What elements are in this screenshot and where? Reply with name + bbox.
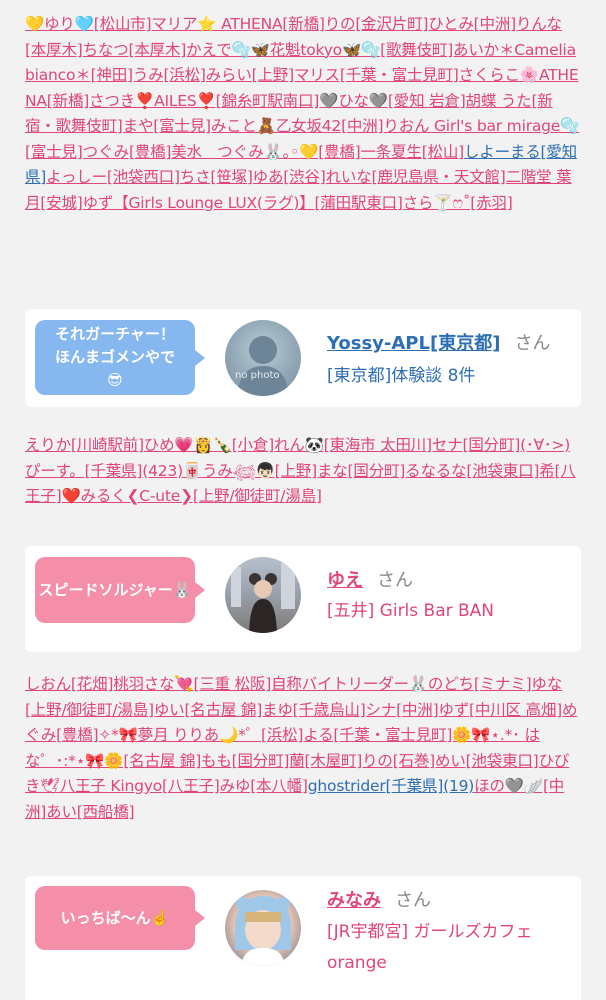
user-name-link[interactable]: Yossy-APL[東京都] さん: [327, 329, 550, 355]
user-description: [東京都]体験談 8件: [327, 366, 476, 386]
avatar-silhouette-icon: [237, 336, 289, 396]
page: 💛ゆり🩵[松山市]マリア⭐ ATHENA[新橋]りの[金沢片町]ひとみ[中洲]り…: [0, 0, 606, 1000]
user-description: [五井] Girls Bar BAN: [327, 601, 495, 621]
shop-link-list-3: しおん[花畑]桃羽さな💘[三重 松阪]自称バイトリーダー🐰のどち[ミナミ]ゆな[…: [25, 672, 581, 825]
comment-bubble: それガーチャー！ ほんまゴメンやで 😎: [35, 320, 205, 395]
user-name-link[interactable]: みなみ さん: [327, 886, 431, 912]
avatar[interactable]: [225, 890, 301, 966]
shop-link-list-2: えりか[川崎駅前]ひめ💗👸🍾[小倉]れん🐼[東海市 太田川]セナ[国分町](･∀…: [25, 433, 581, 510]
avatar[interactable]: no photo: [225, 320, 301, 396]
user-name-link[interactable]: ゆえ さん: [327, 566, 413, 592]
shop-links-group[interactable]: えりか[川崎駅前]ひめ💗👸🍾[小倉]れん🐼[東海市 太田川]セナ[国分町](･∀…: [25, 436, 576, 505]
shop-links-group[interactable]: 💛ゆり🩵[松山市]マリア⭐ ATHENA[新橋]りの[金沢片町]ひとみ[中洲]り…: [25, 15, 579, 161]
user-card-3[interactable]: いっちば〜ん☝️ みなみ さん [JR宇都宮] ガールズカフェorange: [25, 876, 581, 1000]
comment-bubble: いっちば〜ん☝️: [35, 886, 205, 950]
avatar-photo-icon: [235, 896, 291, 966]
shop-links-group[interactable]: よっしー[池袋西口]ちさ[笹塚]ゆあ[渋谷]れいな[鹿児島県・天文館]二階堂 葉…: [25, 168, 572, 212]
shop-link-blue[interactable]: ghostrider[千葉県](19): [308, 777, 475, 795]
user-description: [JR宇都宮] ガールズカフェorange: [327, 922, 533, 973]
honorific: さん: [514, 333, 551, 354]
shop-link-list-1: 💛ゆり🩵[松山市]マリア⭐ ATHENA[新橋]りの[金沢片町]ひとみ[中洲]り…: [25, 12, 581, 216]
user-card-1[interactable]: それガーチャー！ ほんまゴメンやで 😎 no photo Yossy-APL[東…: [25, 309, 581, 407]
no-photo-label: no photo: [235, 370, 280, 381]
avatar[interactable]: [225, 557, 301, 633]
user-card-2[interactable]: スピードソルジャー🐰 ゆえ さん [五井] Girls Bar BAN: [25, 546, 581, 652]
avatar-photo-icon: [231, 563, 295, 633]
honorific: さん: [377, 570, 413, 591]
honorific: さん: [395, 890, 431, 911]
comment-bubble: スピードソルジャー🐰: [35, 557, 205, 623]
